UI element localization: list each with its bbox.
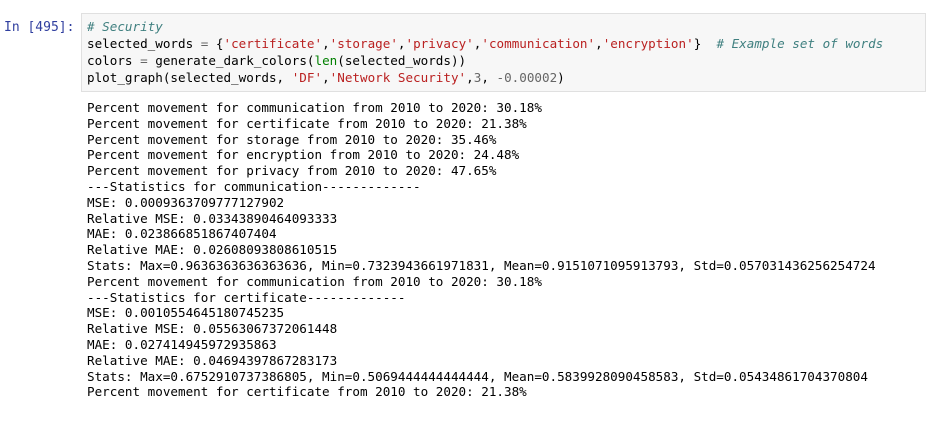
output-line: MAE: 0.027414945972935863 (87, 337, 927, 353)
code-string: 'certificate' (224, 36, 323, 51)
output-line: MSE: 0.0009363709777127902 (87, 195, 927, 211)
code-comment: # Security (87, 19, 163, 34)
code-function-call: generate_dark_colors( (148, 53, 315, 68)
output-line: Relative MSE: 0.05563067372061448 (87, 321, 927, 337)
code-paren-close: ) (557, 70, 565, 85)
code-line-2: selected_words = {'certificate','storage… (87, 35, 925, 52)
output-line: Percent movement for certificate from 20… (87, 116, 927, 132)
output-line: MSE: 0.0010554645180745235 (87, 305, 927, 321)
output-line: Percent movement for communication from … (87, 100, 927, 116)
code-operator: = (140, 53, 148, 68)
code-number: -0.00002 (497, 70, 558, 85)
output-line: Percent movement for privacy from 2010 t… (87, 163, 927, 179)
code-brace-open: { (208, 36, 223, 51)
code-string: 'privacy' (406, 36, 474, 51)
output-line: Percent movement for communication from … (87, 274, 927, 290)
code-variable: colors (87, 53, 140, 68)
code-number: 3 (474, 70, 482, 85)
output-line: Relative MAE: 0.02608093808610515 (87, 242, 927, 258)
output-line: ---Statistics for certificate-----------… (87, 290, 927, 306)
code-line-4: plot_graph(selected_words, 'DF','Network… (87, 69, 925, 86)
code-string: 'storage' (330, 36, 398, 51)
code-variable: selected_words (87, 36, 201, 51)
code-string: 'Network Security' (330, 70, 466, 85)
code-input-area[interactable]: # Security selected_words = {'certificat… (81, 13, 926, 92)
output-line: Percent movement for storage from 2010 t… (87, 132, 927, 148)
output-line: MAE: 0.023866851867407404 (87, 226, 927, 242)
output-line: Relative MSE: 0.03343890464093333 (87, 211, 927, 227)
code-line-3: colors = generate_dark_colors(len(select… (87, 52, 925, 69)
output-line: Percent movement for encryption from 201… (87, 147, 927, 163)
output-line: Percent movement for certificate from 20… (87, 384, 927, 400)
code-builtin: len (314, 53, 337, 68)
cell-output-area: Percent movement for communication from … (87, 100, 927, 400)
cell-prompt: In [495]: (4, 19, 82, 36)
code-function-call: plot_graph(selected_words, (87, 70, 292, 85)
output-line: Stats: Max=0.6752910737386805, Min=0.506… (87, 369, 927, 385)
output-line: ---Statistics for communication---------… (87, 179, 927, 195)
code-string: 'communication' (481, 36, 595, 51)
code-comment: # Example set of words (716, 36, 883, 51)
output-line: Stats: Max=0.9636363636363636, Min=0.732… (87, 258, 927, 274)
code-string: 'DF' (292, 70, 322, 85)
output-line: Relative MAE: 0.04694397867283173 (87, 353, 927, 369)
code-args: (selected_words)) (337, 53, 466, 68)
code-brace-close: } (694, 36, 717, 51)
code-line-1: # Security (87, 18, 925, 35)
code-string: 'encryption' (603, 36, 694, 51)
